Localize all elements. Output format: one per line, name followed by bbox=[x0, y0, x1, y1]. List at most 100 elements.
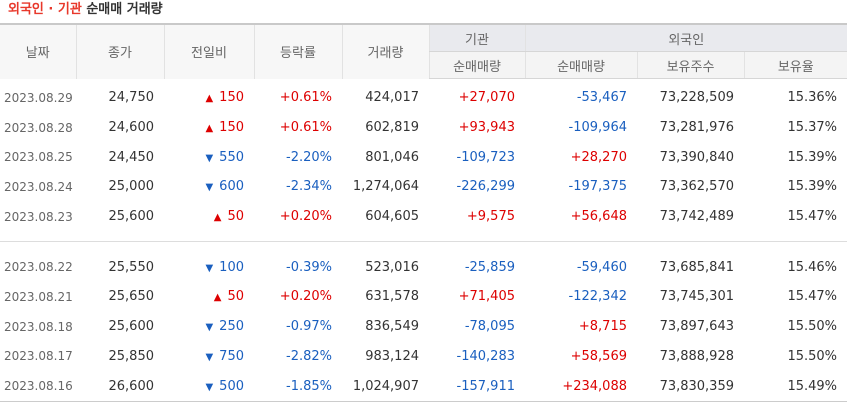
cell-rate: -2.82% bbox=[286, 348, 332, 364]
cell-volume: 983,124 bbox=[365, 348, 419, 364]
cell-ratio: 15.50% bbox=[787, 319, 838, 335]
cell-volume: 602,819 bbox=[365, 120, 419, 136]
down-triangle-icon: ▼ bbox=[205, 152, 214, 164]
change-value: 600 bbox=[219, 179, 244, 195]
cell-inst-net: -25,859 bbox=[464, 259, 515, 275]
change-value: 50 bbox=[227, 209, 244, 225]
cell-inst-net: +9,575 bbox=[466, 209, 515, 225]
table-row: 2023.08.29 24,750 ▲ 150 +0.61% 424,017 +27,070… bbox=[0, 79, 847, 113]
change-value: 500 bbox=[219, 378, 244, 394]
table-body-group1: 2023.08.29 24,750 ▲ 150 +0.61% 424,017 +27,070… bbox=[0, 79, 847, 243]
cell-change: ▼ 500 bbox=[164, 371, 254, 402]
cell-foreign-net: +28,270 bbox=[570, 149, 627, 165]
cell-foreign-net: -53,467 bbox=[576, 90, 627, 106]
change-value: 100 bbox=[219, 259, 244, 275]
cell-volume: 523,016 bbox=[365, 259, 419, 275]
cell-change: ▲ 150 bbox=[164, 113, 254, 143]
cell-volume: 836,549 bbox=[365, 319, 419, 335]
cell-volume: 1,274,064 bbox=[352, 179, 419, 195]
cell-holdings: 73,742,489 bbox=[659, 209, 734, 225]
change-value: 750 bbox=[219, 348, 244, 364]
up-triangle-icon: ▲ bbox=[213, 292, 222, 304]
cell-volume: 604,605 bbox=[365, 209, 419, 225]
cell-volume: 801,046 bbox=[365, 149, 419, 165]
table-row: 2023.08.28 24,600 ▲ 150 +0.61% 602,819 +93,943… bbox=[0, 113, 847, 143]
cell-foreign-net: +8,715 bbox=[578, 319, 627, 335]
down-triangle-icon: ▼ bbox=[205, 322, 214, 334]
header-holdings: 보유주수 bbox=[636, 51, 744, 79]
cell-foreign-net: -197,375 bbox=[568, 179, 627, 195]
cell-close: 24,450 bbox=[108, 149, 155, 165]
cell-foreign-net: +56,648 bbox=[570, 209, 627, 225]
cell-inst-net: -157,911 bbox=[429, 371, 525, 402]
cell-ratio: 15.36% bbox=[787, 90, 838, 106]
header-close: 종가 bbox=[75, 23, 164, 79]
cell-date: 2023.08.18 bbox=[4, 319, 73, 334]
cell-inst-net: +27,070 bbox=[458, 90, 515, 106]
change-value: 150 bbox=[219, 120, 244, 136]
change-value: 250 bbox=[219, 319, 244, 335]
down-triangle-icon: ▼ bbox=[205, 262, 214, 274]
change-value: 150 bbox=[219, 90, 244, 106]
header-foreign-net: 순매매량 bbox=[524, 51, 637, 79]
cell-ratio: 15.39% bbox=[787, 149, 838, 165]
table-row: 2023.08.21 25,650 ▲ 50 +0.20% 631,578 +71,405 -… bbox=[0, 282, 847, 312]
cell-rate: -2.20% bbox=[286, 149, 332, 165]
cell-change: ▼ 250 bbox=[164, 312, 254, 342]
cell-date: 2023.08.16 bbox=[0, 371, 76, 402]
change-value: 50 bbox=[227, 289, 244, 305]
cell-change: ▼ 550 bbox=[164, 142, 254, 172]
cell-date: 2023.08.28 bbox=[4, 120, 73, 135]
cell-date: 2023.08.29 bbox=[4, 90, 73, 105]
title-part2: 순매매 거래량 bbox=[86, 2, 163, 17]
change-value: 550 bbox=[219, 149, 244, 165]
cell-close: 24,600 bbox=[108, 120, 155, 136]
group-spacer bbox=[0, 242, 847, 253]
cell-volume: 631,578 bbox=[365, 289, 419, 305]
up-triangle-icon: ▲ bbox=[205, 93, 214, 105]
cell-close: 25,850 bbox=[108, 348, 155, 364]
cell-foreign-net: -109,964 bbox=[568, 120, 627, 136]
cell-inst-net: -140,283 bbox=[456, 348, 515, 364]
cell-rate: +0.20% bbox=[279, 209, 332, 225]
cell-ratio: 15.49% bbox=[744, 371, 847, 402]
cell-rate: -1.85% bbox=[254, 371, 342, 402]
cell-holdings: 73,830,359 bbox=[637, 371, 744, 402]
title-part1: 외국인 · 기관 bbox=[8, 2, 82, 17]
header-foreign-group: 외국인 bbox=[524, 23, 847, 52]
cell-inst-net: -109,723 bbox=[456, 149, 515, 165]
cell-change: ▼ 750 bbox=[164, 342, 254, 372]
down-triangle-icon: ▼ bbox=[205, 182, 214, 194]
cell-close: 25,000 bbox=[108, 179, 155, 195]
section-title: 외국인 · 기관 순매매 거래량 bbox=[0, 0, 847, 23]
cell-inst-net: -226,299 bbox=[456, 179, 515, 195]
cell-inst-net: -78,095 bbox=[464, 319, 515, 335]
cell-close: 25,550 bbox=[108, 259, 155, 275]
cell-date: 2023.08.23 bbox=[4, 209, 73, 224]
table-row: 2023.08.23 25,600 ▲ 50 +0.20% 604,605 +9,575 +5… bbox=[0, 202, 847, 232]
cell-foreign-net: -59,460 bbox=[576, 259, 627, 275]
header-volume: 거래량 bbox=[341, 23, 429, 79]
table-row: 2023.08.22 25,550 ▼ 100 -0.39% 523,016 -25,859… bbox=[0, 252, 847, 282]
cell-change: ▼ 100 bbox=[164, 252, 254, 282]
header-inst-group: 기관 bbox=[428, 23, 525, 52]
cell-date: 2023.08.25 bbox=[4, 150, 73, 165]
cell-holdings: 73,362,570 bbox=[659, 179, 734, 195]
header-date: 날짜 bbox=[0, 23, 76, 79]
cell-close: 25,600 bbox=[108, 209, 155, 225]
cell-volume: 1,024,907 bbox=[342, 371, 429, 402]
cell-close: 25,650 bbox=[108, 289, 155, 305]
cell-ratio: 15.47% bbox=[787, 289, 838, 305]
cell-inst-net: +93,943 bbox=[458, 120, 515, 136]
cell-ratio: 15.47% bbox=[787, 209, 838, 225]
cell-date: 2023.08.24 bbox=[4, 179, 73, 194]
cell-foreign-net: +234,088 bbox=[525, 371, 637, 402]
header-change: 전일비 bbox=[163, 23, 254, 79]
cell-holdings: 73,390,840 bbox=[659, 149, 734, 165]
cell-holdings: 73,888,928 bbox=[659, 348, 734, 364]
table-row: 2023.08.17 25,850 ▼ 750 -2.82% 983,124 -140,28… bbox=[0, 342, 847, 372]
cell-holdings: 73,897,643 bbox=[659, 319, 734, 335]
cell-volume: 424,017 bbox=[365, 90, 419, 106]
cell-holdings: 73,745,301 bbox=[659, 289, 734, 305]
cell-change: ▲ 150 bbox=[164, 79, 254, 113]
